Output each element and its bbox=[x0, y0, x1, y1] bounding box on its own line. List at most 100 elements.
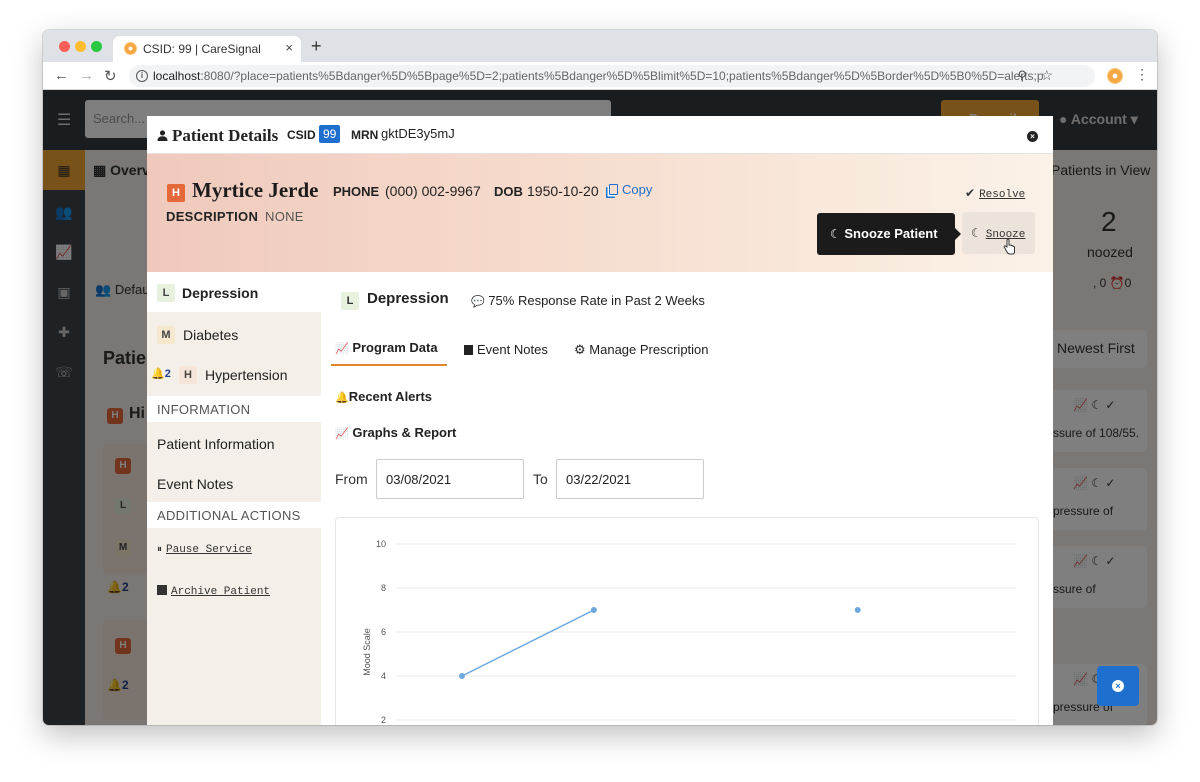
url-text: localhost:8080/?place=patients%5Bdanger%… bbox=[153, 69, 1043, 83]
patient-information-link[interactable]: Patient Information bbox=[157, 436, 275, 452]
search-icon[interactable]: ⚲ bbox=[1017, 68, 1027, 84]
program-label: Diabetes bbox=[183, 327, 239, 343]
program-content: L Depression 💬 75% Response Rate in Past… bbox=[321, 272, 1053, 725]
extension-icon[interactable] bbox=[1107, 68, 1123, 84]
check-icon: ✔ bbox=[965, 186, 976, 200]
maximize-window-button[interactable] bbox=[91, 41, 102, 52]
y-tick-label: 8 bbox=[381, 583, 386, 593]
snooze-tooltip: ☾ Snooze Patient bbox=[817, 213, 961, 255]
y-tick-label: 6 bbox=[381, 627, 386, 637]
tab-manage-prescription[interactable]: ⚙ Manage Prescription bbox=[574, 342, 709, 358]
copy-button[interactable]: Copy bbox=[609, 182, 652, 197]
moon-icon: ☾ bbox=[971, 226, 982, 240]
line-chart-icon: 📈 bbox=[335, 428, 349, 440]
mood-data-point bbox=[458, 673, 465, 679]
caresignal-favicon-icon bbox=[124, 42, 137, 55]
forward-button[interactable]: → bbox=[79, 67, 94, 84]
tab-program-data[interactable]: 📈 Program Data bbox=[335, 340, 438, 355]
site-info-icon[interactable]: i bbox=[136, 70, 148, 82]
person-icon bbox=[157, 130, 168, 141]
to-date-input[interactable] bbox=[556, 459, 704, 499]
note-icon bbox=[464, 345, 473, 355]
csid-label: CSID bbox=[287, 128, 316, 142]
tab-close-icon[interactable]: × bbox=[285, 40, 293, 55]
program-item-diabetes[interactable]: M Diabetes bbox=[147, 314, 321, 354]
event-notes-link[interactable]: Event Notes bbox=[157, 476, 233, 492]
resolve-button[interactable]: ✔ Resolve bbox=[965, 186, 1025, 201]
phone-label: PHONE bbox=[333, 184, 380, 199]
dob-value: 1950-10-20 bbox=[527, 183, 599, 199]
y-axis-label: Mood Scale bbox=[362, 628, 372, 676]
y-tick-label: 10 bbox=[376, 539, 386, 549]
modal-header: Patient Details CSID 99 MRN gktDE3y5mJ × bbox=[147, 116, 1053, 154]
dob-label: DOB bbox=[494, 184, 523, 199]
patient-details-modal: Patient Details CSID 99 MRN gktDE3y5mJ ×… bbox=[147, 116, 1053, 725]
pause-icon: ⏸ bbox=[157, 544, 162, 555]
browser-menu-icon[interactable]: ⋮ bbox=[1135, 66, 1149, 83]
floating-help-button[interactable]: × bbox=[1097, 666, 1139, 706]
graphs-report-heading[interactable]: 📈 Graphs & Report bbox=[335, 425, 456, 440]
bookmark-star-icon[interactable]: ☆ bbox=[1040, 67, 1053, 84]
program-item-depression[interactable]: L Depression bbox=[147, 272, 321, 312]
patient-name: Myrtice Jerde bbox=[192, 178, 319, 202]
new-tab-button[interactable]: + bbox=[311, 36, 322, 57]
moon-icon: ☾ bbox=[830, 227, 841, 241]
gear-icon: ⚙ bbox=[574, 343, 586, 358]
hand-cursor-icon bbox=[1003, 239, 1015, 255]
mood-data-point bbox=[854, 607, 861, 613]
browser-window: CSID: 99 | CareSignal × + ← → ↻ i localh… bbox=[43, 30, 1157, 725]
from-label: From bbox=[335, 471, 368, 487]
program-label: Hypertension bbox=[205, 367, 288, 383]
copy-icon bbox=[609, 184, 618, 195]
modal-sidebar: L Depression M Diabetes 🔔2 H Hypertensio… bbox=[147, 272, 321, 725]
tab-event-notes[interactable]: Event Notes bbox=[464, 342, 548, 357]
program-title: Depression bbox=[367, 290, 449, 307]
back-button[interactable]: ← bbox=[54, 67, 69, 84]
from-date-input[interactable] bbox=[376, 459, 524, 499]
program-item-hypertension[interactable]: 🔔2 H Hypertension bbox=[147, 354, 321, 394]
archive-icon bbox=[157, 585, 167, 595]
y-tick-label: 2 bbox=[381, 715, 386, 725]
browser-tabstrip: CSID: 99 | CareSignal × + bbox=[43, 30, 1157, 62]
description-value: NONE bbox=[265, 209, 304, 224]
y-tick-label: 4 bbox=[381, 671, 386, 681]
browser-tab[interactable]: CSID: 99 | CareSignal × bbox=[113, 36, 301, 62]
modal-title: Patient Details bbox=[172, 126, 279, 145]
bell-icon: 🔔 bbox=[335, 392, 349, 404]
close-window-button[interactable] bbox=[59, 41, 70, 52]
program-level-chip: L bbox=[157, 284, 175, 302]
program-level-chip: L bbox=[341, 292, 359, 310]
csid-badge: 99 bbox=[319, 125, 341, 143]
patient-banner: H Myrtice Jerde PHONE (000) 002-9967 DOB… bbox=[147, 154, 1053, 272]
mrn-label: MRN bbox=[351, 128, 379, 142]
information-heading: INFORMATION bbox=[147, 396, 321, 422]
pause-service-button[interactable]: ⏸ Pause Service bbox=[157, 544, 252, 556]
snooze-button[interactable]: ☾ Snooze bbox=[962, 212, 1035, 254]
browser-tab-title: CSID: 99 | CareSignal bbox=[143, 42, 261, 56]
chat-bubble-icon: 💬 bbox=[471, 296, 485, 308]
modal-close-icon[interactable]: × bbox=[1027, 131, 1038, 142]
line-chart-icon: 📈 bbox=[335, 343, 349, 355]
mood-chart-svg: 10 8 6 4 2 Mood Scale bbox=[362, 539, 1016, 725]
mrn-value: gktDE3y5mJ bbox=[381, 126, 455, 141]
response-rate: 💬 75% Response Rate in Past 2 Weeks bbox=[471, 293, 705, 308]
mood-data-point bbox=[590, 607, 597, 613]
close-circle-icon: × bbox=[1112, 680, 1124, 692]
recent-alerts-heading[interactable]: 🔔Recent Alerts bbox=[335, 389, 432, 404]
active-tab-indicator bbox=[331, 364, 447, 366]
additional-actions-heading: ADDITIONAL ACTIONS bbox=[147, 502, 321, 528]
program-label: Depression bbox=[182, 285, 259, 301]
minimize-window-button[interactable] bbox=[75, 41, 86, 52]
browser-toolbar: ← → ↻ i localhost:8080/?place=patients%5… bbox=[43, 62, 1157, 90]
alert-bell-icon: 🔔2 bbox=[151, 368, 171, 380]
program-level-chip: H bbox=[179, 366, 197, 384]
to-label: To bbox=[533, 471, 548, 487]
program-level-chip: M bbox=[157, 326, 175, 344]
address-bar[interactable]: i localhost:8080/?place=patients%5Bdange… bbox=[129, 65, 1095, 87]
risk-level-chip: H bbox=[167, 184, 185, 202]
mood-chart: 10 8 6 4 2 Mood Scale bbox=[335, 517, 1039, 725]
reload-button[interactable]: ↻ bbox=[104, 67, 117, 85]
description-label: DESCRIPTION bbox=[166, 209, 259, 224]
mood-series-line bbox=[461, 609, 595, 677]
archive-patient-button[interactable]: Archive Patient bbox=[157, 585, 270, 598]
